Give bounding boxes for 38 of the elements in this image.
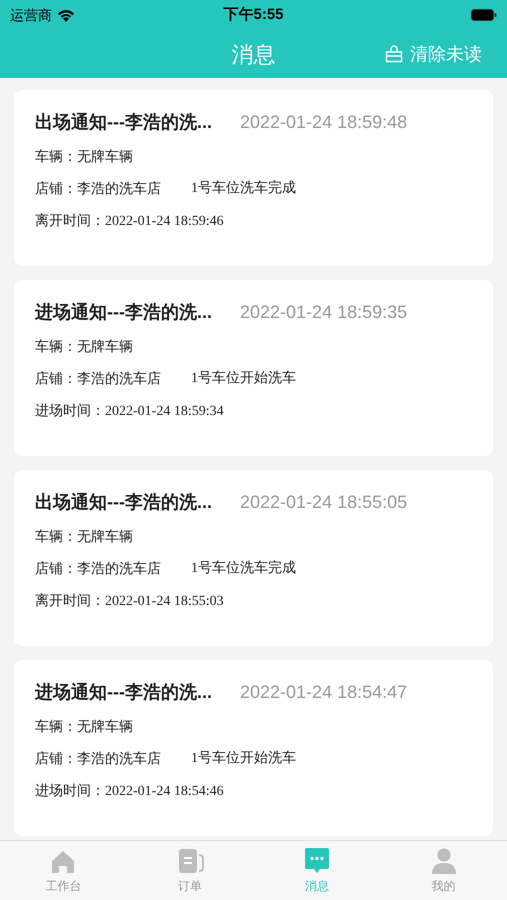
message-title: 进场通知---李浩的洗... — [35, 301, 212, 324]
message-title: 进场通知---李浩的洗... — [35, 681, 212, 704]
message-title: 出场通知---李浩的洗... — [35, 491, 212, 514]
event-time: 离开时间：2022-01-24 18:59:46 — [35, 211, 225, 231]
tab-bar-item[interactable]: 工作台 — [0, 841, 127, 900]
wash-status: 1号车位开始洗车 — [191, 749, 296, 768]
vehicle-info: 车辆：无牌车辆 — [35, 147, 134, 166]
vehicle-info: 车辆：无牌车辆 — [35, 527, 134, 546]
wash-status: 1号车位洗车完成 — [191, 179, 296, 198]
message-time: 2022-01-24 18:59:48 — [240, 111, 408, 134]
message-time: 2022-01-24 18:54:47 — [240, 681, 408, 704]
event-time: 离开时间：2022-01-24 18:55:03 — [35, 591, 225, 611]
event-time: 进场时间：2022-01-24 18:54:46 — [35, 781, 225, 801]
status-time: 下午5:55 — [223, 4, 284, 25]
vehicle-info: 车辆：无牌车辆 — [35, 337, 134, 356]
wash-status: 1号车位洗车完成 — [191, 559, 296, 578]
message-title: 出场通知---李浩的洗... — [35, 111, 212, 134]
message-time: 2022-01-24 18:59:35 — [240, 301, 408, 324]
event-time: 进场时间：2022-01-24 18:59:34 — [35, 401, 225, 421]
battery-icon — [471, 9, 497, 21]
shop-info: 店铺：李浩的洗车店 — [35, 559, 161, 578]
shop-info: 店铺：李浩的洗车店 — [35, 179, 161, 198]
tab-bar-item[interactable]: 订单 — [126, 841, 254, 900]
person-icon — [430, 846, 458, 874]
shop-info: 店铺：李浩的洗车店 — [35, 749, 161, 768]
clear-unread-button[interactable]: 清除未读 — [385, 40, 482, 68]
carrier-name: 运营商 — [10, 6, 52, 24]
vehicle-info: 车辆：无牌车辆 — [35, 717, 134, 736]
wash-status: 1号车位开始洗车 — [191, 369, 296, 388]
page-title: 消息 — [232, 40, 276, 68]
basket-icon — [385, 45, 403, 63]
tab-bar-item[interactable]: 我的 — [380, 841, 507, 900]
message-time: 2022-01-24 18:55:05 — [240, 491, 408, 514]
tab-bar-item[interactable]: 消息 — [254, 841, 380, 900]
document-icon — [176, 846, 204, 874]
wifi-icon — [57, 8, 75, 22]
chat-bubble-icon — [302, 846, 331, 874]
shop-info: 店铺：李浩的洗车店 — [35, 369, 161, 388]
